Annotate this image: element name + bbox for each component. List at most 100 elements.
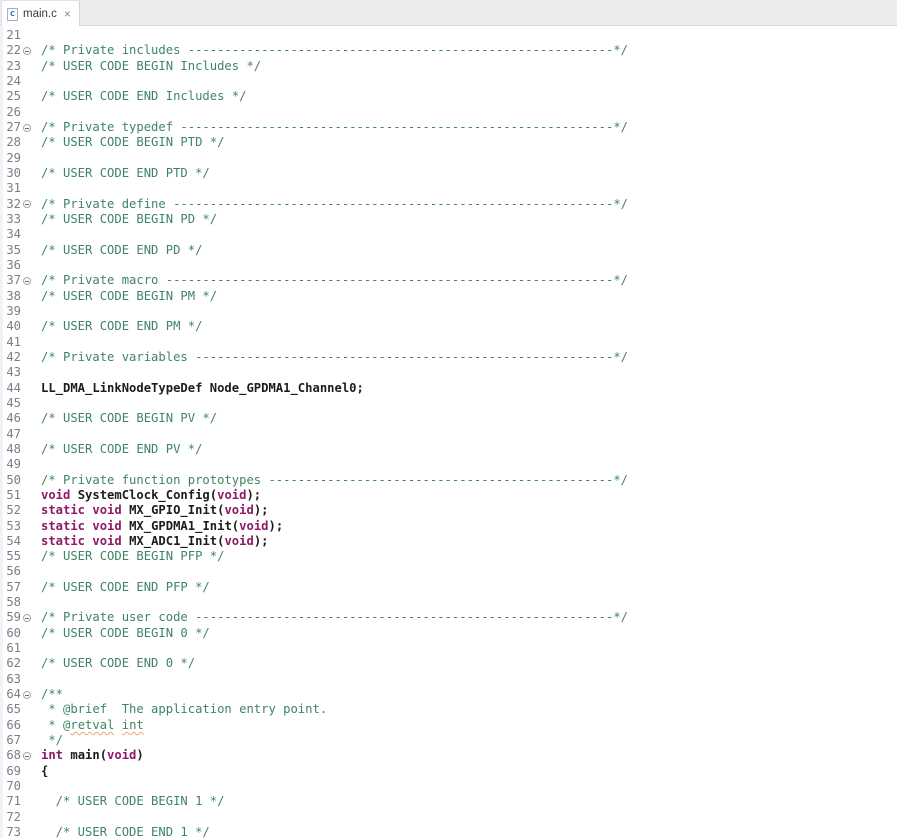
- code-token: void: [224, 503, 254, 518]
- code-line[interactable]: 69 {: [6, 764, 897, 779]
- tab-main-c[interactable]: c main.c ×: [1, 0, 80, 27]
- code-line[interactable]: 21: [6, 28, 897, 43]
- code-line[interactable]: 30 /* USER CODE END PTD */: [6, 166, 897, 181]
- code-line[interactable]: 64 /**: [6, 687, 897, 702]
- code-text: * @brief The application entry point.: [37, 702, 327, 717]
- line-number: 34: [6, 227, 21, 242]
- line-number: 59: [6, 610, 21, 625]
- code-line[interactable]: 35 /* USER CODE END PD */: [6, 243, 897, 258]
- code-line[interactable]: 37 /* Private macro ---------------------…: [6, 273, 897, 288]
- fold-collapse-icon[interactable]: [23, 752, 31, 761]
- line-number: 39: [6, 303, 21, 318]
- code-token: void: [41, 487, 71, 502]
- line-number: 37: [6, 273, 21, 288]
- fold-collapse-icon[interactable]: [23, 123, 31, 132]
- code-line[interactable]: 47: [6, 427, 897, 442]
- code-line[interactable]: 66 * @retval int: [6, 718, 897, 733]
- code-text: /* Private variables -------------------…: [37, 350, 628, 365]
- line-number: 44: [6, 380, 21, 395]
- line-number: 53: [6, 518, 21, 533]
- code-line[interactable]: 67 */: [6, 733, 897, 748]
- code-token: /* USER CODE END 0 */: [41, 656, 196, 671]
- code-line[interactable]: 34: [6, 227, 897, 242]
- code-token: LL_DMA_LinkNodeTypeDef Node_GPDMA1_Chann…: [41, 380, 364, 395]
- line-number: 33: [6, 211, 21, 226]
- code-line[interactable]: 62 /* USER CODE END 0 */: [6, 656, 897, 671]
- code-line[interactable]: 29: [6, 151, 897, 166]
- code-line[interactable]: 65 * @brief The application entry point.: [6, 702, 897, 717]
- fold-collapse-icon[interactable]: [23, 690, 31, 699]
- line-number: 54: [6, 533, 21, 548]
- code-token: static: [41, 533, 86, 548]
- code-line[interactable]: 56: [6, 564, 897, 579]
- line-number: 72: [6, 809, 21, 824]
- line-number: 61: [6, 641, 21, 656]
- code-text: int main(void): [37, 748, 144, 763]
- code-text: /* USER CODE BEGIN PTD */: [37, 135, 224, 150]
- code-line[interactable]: 72: [6, 810, 897, 825]
- code-line[interactable]: 33 /* USER CODE BEGIN PD */: [6, 212, 897, 227]
- fold-collapse-icon[interactable]: [23, 614, 31, 623]
- code-line[interactable]: 70: [6, 779, 897, 794]
- code-line[interactable]: 73 /* USER CODE END 1 */: [6, 825, 897, 838]
- code-line[interactable]: 40 /* USER CODE END PM */: [6, 319, 897, 334]
- code-line[interactable]: 43: [6, 365, 897, 380]
- code-line[interactable]: 39: [6, 304, 897, 319]
- code-line[interactable]: 45: [6, 396, 897, 411]
- code-line[interactable]: 38 /* USER CODE BEGIN PM */: [6, 289, 897, 304]
- code-line[interactable]: 63: [6, 672, 897, 687]
- line-number: 36: [6, 257, 21, 272]
- code-token: /* USER CODE BEGIN Includes */: [41, 58, 262, 73]
- fold-collapse-icon[interactable]: [23, 276, 31, 285]
- code-line[interactable]: 44 LL_DMA_LinkNodeTypeDef Node_GPDMA1_Cha…: [6, 381, 897, 396]
- fold-column: [21, 752, 37, 761]
- code-line[interactable]: 61: [6, 641, 897, 656]
- code-line[interactable]: 26: [6, 105, 897, 120]
- line-number: 23: [6, 58, 21, 73]
- code-line[interactable]: 32 /* Private define --------------------…: [6, 197, 897, 212]
- code-text: /* USER CODE BEGIN PM */: [37, 289, 217, 304]
- code-line[interactable]: 57 /* USER CODE END PFP */: [6, 580, 897, 595]
- fold-collapse-icon[interactable]: [23, 200, 31, 209]
- code-line[interactable]: 31: [6, 181, 897, 196]
- code-line[interactable]: 42 /* Private variables -----------------…: [6, 350, 897, 365]
- code-line[interactable]: 59 /* Private user code -----------------…: [6, 610, 897, 625]
- code-line[interactable]: 25 /* USER CODE END Includes */: [6, 89, 897, 104]
- line-number: 48: [6, 441, 21, 456]
- code-line[interactable]: 28 /* USER CODE BEGIN PTD */: [6, 135, 897, 150]
- code-line[interactable]: 52 static void MX_GPIO_Init(void);: [6, 503, 897, 518]
- fold-column: [21, 690, 37, 699]
- line-number: 51: [6, 487, 21, 502]
- line-number: 56: [6, 564, 21, 579]
- line-number: 26: [6, 104, 21, 119]
- code-line[interactable]: 60 /* USER CODE BEGIN 0 */: [6, 626, 897, 641]
- code-line[interactable]: 49: [6, 457, 897, 472]
- line-number: 41: [6, 334, 21, 349]
- code-line[interactable]: 41: [6, 335, 897, 350]
- code-line[interactable]: 71 /* USER CODE BEGIN 1 */: [6, 794, 897, 809]
- code-line[interactable]: 53 static void MX_GPDMA1_Init(void);: [6, 519, 897, 534]
- line-number: 35: [6, 242, 21, 257]
- line-number: 50: [6, 472, 21, 487]
- code-token: * @: [41, 717, 71, 732]
- code-text: */: [37, 733, 63, 748]
- code-editor[interactable]: 21 22 /* Private includes ----------------…: [0, 26, 897, 838]
- code-line[interactable]: 48 /* USER CODE END PV */: [6, 442, 897, 457]
- code-line[interactable]: 24: [6, 74, 897, 89]
- code-line[interactable]: 46 /* USER CODE BEGIN PV */: [6, 411, 897, 426]
- code-line[interactable]: 54 static void MX_ADC1_Init(void);: [6, 534, 897, 549]
- fold-collapse-icon[interactable]: [23, 46, 31, 55]
- code-line[interactable]: 55 /* USER CODE BEGIN PFP */: [6, 549, 897, 564]
- code-line[interactable]: 58: [6, 595, 897, 610]
- code-token: SystemClock_Config(: [70, 487, 218, 502]
- code-line[interactable]: 27 /* Private typedef -------------------…: [6, 120, 897, 135]
- line-number: 70: [6, 779, 21, 794]
- code-line[interactable]: 22 /* Private includes ------------------…: [6, 43, 897, 58]
- code-text: LL_DMA_LinkNodeTypeDef Node_GPDMA1_Chann…: [37, 381, 364, 396]
- code-line[interactable]: 36: [6, 258, 897, 273]
- code-line[interactable]: 50 /* Private function prototypes -------…: [6, 473, 897, 488]
- code-line[interactable]: 68 int main(void): [6, 748, 897, 763]
- code-line[interactable]: 51 void SystemClock_Config(void);: [6, 488, 897, 503]
- code-line[interactable]: 23 /* USER CODE BEGIN Includes */: [6, 59, 897, 74]
- tab-close-icon[interactable]: ×: [64, 8, 71, 20]
